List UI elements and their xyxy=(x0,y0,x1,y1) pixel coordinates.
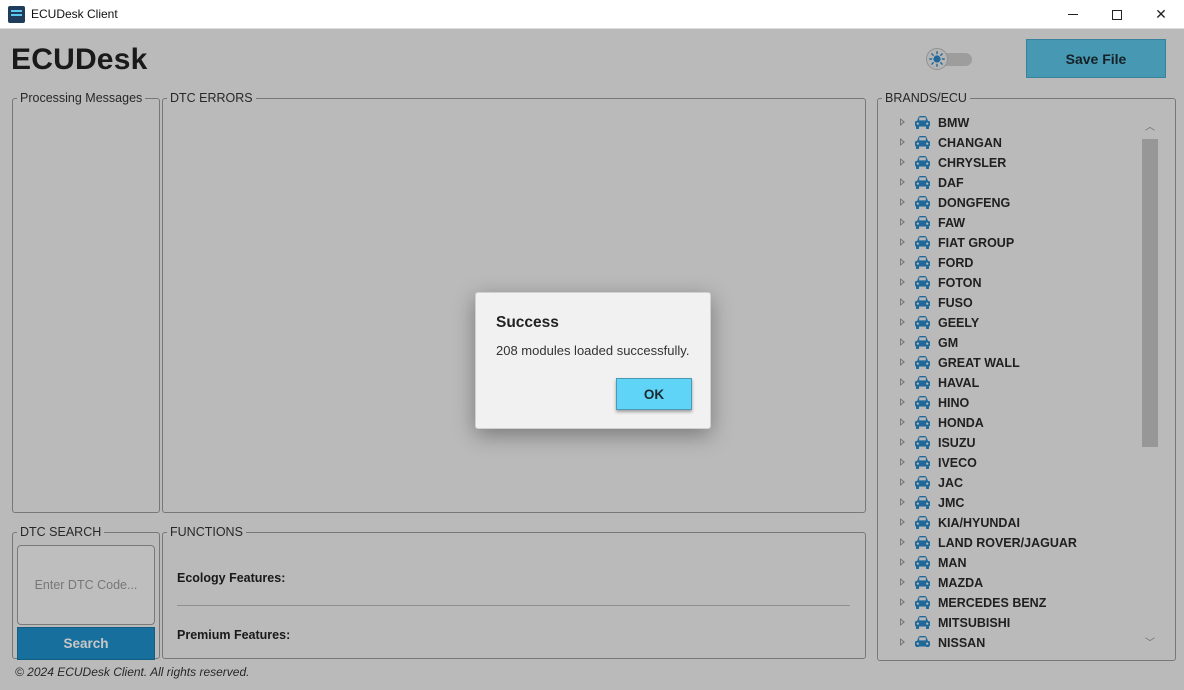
minimize-icon xyxy=(1068,14,1078,15)
window-title: ECUDesk Client xyxy=(31,7,118,21)
minimize-button[interactable] xyxy=(1050,0,1096,29)
close-icon: ✕ xyxy=(1155,6,1167,22)
window-titlebar: ECUDesk Client ✕ xyxy=(0,0,1184,29)
maximize-icon xyxy=(1112,9,1122,20)
dialog-title: Success xyxy=(496,314,559,331)
app-icon xyxy=(8,6,25,23)
success-dialog: Success 208 modules loaded successfully.… xyxy=(475,292,711,429)
dialog-message: 208 modules loaded successfully. xyxy=(496,343,690,358)
close-button[interactable]: ✕ xyxy=(1138,0,1184,29)
maximize-button[interactable] xyxy=(1094,0,1140,29)
ok-button[interactable]: OK xyxy=(616,378,692,410)
